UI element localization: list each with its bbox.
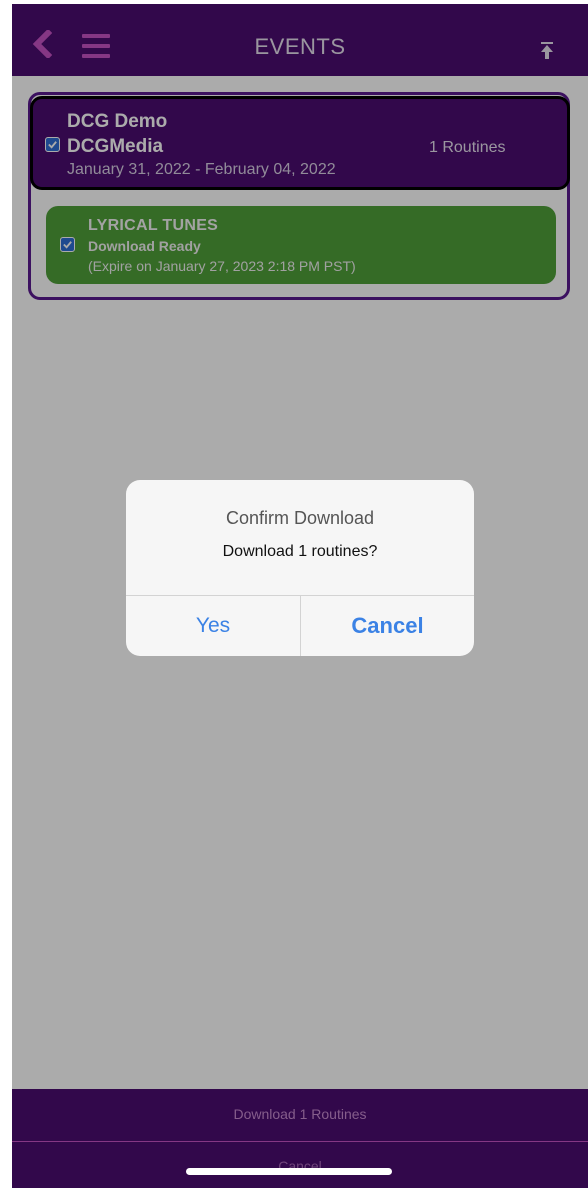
dialog-message: Download 1 routines? [222, 543, 378, 560]
dialog-cancel-button[interactable]: Cancel [301, 596, 474, 656]
dialog-title: Confirm Download [225, 508, 375, 528]
dialog-yes-button[interactable]: Yes [126, 596, 300, 656]
events-screen: EVENTS DCG Demo DCGMedia January 31, 202… [12, 4, 588, 1188]
home-indicator [186, 1168, 392, 1175]
confirm-download-dialog: Confirm Download Download 1 routines? Ye… [126, 480, 474, 656]
